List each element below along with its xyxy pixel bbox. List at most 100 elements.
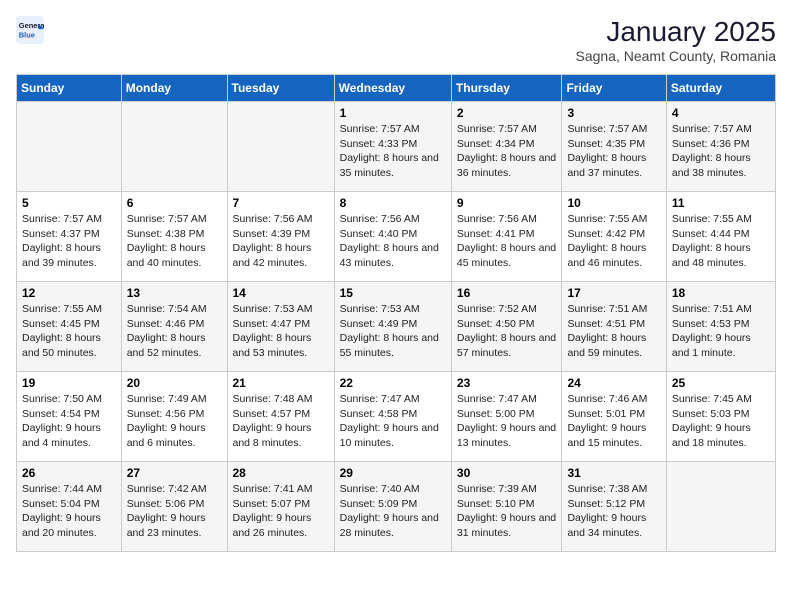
- day-number: 16: [457, 286, 557, 300]
- day-info: Sunrise: 7:56 AMSunset: 4:39 PMDaylight:…: [233, 212, 329, 271]
- day-number: 22: [340, 376, 446, 390]
- logo-icon: General Blue: [16, 16, 44, 44]
- calendar-cell: 15 Sunrise: 7:53 AMSunset: 4:49 PMDayligh…: [334, 282, 451, 372]
- header-saturday: Saturday: [666, 75, 775, 102]
- calendar-cell: 27Sunrise: 7:42 AMSunset: 5:06 PMDayligh…: [121, 462, 227, 552]
- page-header: General Blue January 2025 Sagna, Neamt C…: [16, 16, 776, 64]
- day-info: Sunrise: 7:39 AMSunset: 5:10 PMDaylight:…: [457, 482, 557, 541]
- calendar-cell: 14 Sunrise: 7:53 AMSunset: 4:47 PMDayligh…: [227, 282, 334, 372]
- calendar-cell: 16 Sunrise: 7:52 AMSunset: 4:50 PMDayligh…: [451, 282, 562, 372]
- calendar-week-row: 1Sunrise: 7:57 AMSunset: 4:33 PMDaylight…: [17, 102, 776, 192]
- calendar-cell: 13Sunrise: 7:54 AMSunset: 4:46 PMDayligh…: [121, 282, 227, 372]
- day-info: Sunrise: 7:50 AMSunset: 4:54 PMDaylight:…: [22, 392, 116, 451]
- day-info: Sunrise: 7:46 AMSunset: 5:01 PMDaylight:…: [567, 392, 660, 451]
- day-number: 15: [340, 286, 446, 300]
- day-info: Sunrise: 7:42 AMSunset: 5:06 PMDaylight:…: [127, 482, 222, 541]
- day-info: Sunrise: 7:47 AMSunset: 4:58 PMDaylight:…: [340, 392, 446, 451]
- calendar-cell: 21Sunrise: 7:48 AMSunset: 4:57 PMDayligh…: [227, 372, 334, 462]
- day-info: Sunrise: 7:51 AMSunset: 4:51 PMDaylight:…: [567, 302, 660, 361]
- calendar-cell: 3 Sunrise: 7:57 AMSunset: 4:35 PMDaylight…: [562, 102, 666, 192]
- logo: General Blue: [16, 16, 44, 44]
- day-info: Sunrise: 7:41 AMSunset: 5:07 PMDaylight:…: [233, 482, 329, 541]
- calendar-cell: [17, 102, 122, 192]
- day-info: Sunrise: 7:48 AMSunset: 4:57 PMDaylight:…: [233, 392, 329, 451]
- header-sunday: Sunday: [17, 75, 122, 102]
- day-info: Sunrise: 7:57 AMSunset: 4:35 PMDaylight:…: [567, 122, 660, 181]
- day-info: Sunrise: 7:55 AMSunset: 4:42 PMDaylight:…: [567, 212, 660, 271]
- calendar-cell: 4 Sunrise: 7:57 AMSunset: 4:36 PMDaylight…: [666, 102, 775, 192]
- month-title: January 2025: [575, 16, 776, 48]
- calendar-cell: 19 Sunrise: 7:50 AMSunset: 4:54 PMDayligh…: [17, 372, 122, 462]
- day-info: Sunrise: 7:55 AMSunset: 4:45 PMDaylight:…: [22, 302, 116, 361]
- calendar-cell: 9Sunrise: 7:56 AMSunset: 4:41 PMDaylight…: [451, 192, 562, 282]
- calendar-cell: [227, 102, 334, 192]
- header-tuesday: Tuesday: [227, 75, 334, 102]
- day-number: 7: [233, 196, 329, 210]
- day-number: 19: [22, 376, 116, 390]
- day-number: 25: [672, 376, 770, 390]
- calendar-cell: [121, 102, 227, 192]
- day-info: Sunrise: 7:45 AMSunset: 5:03 PMDaylight:…: [672, 392, 770, 451]
- day-info: Sunrise: 7:40 AMSunset: 5:09 PMDaylight:…: [340, 482, 446, 541]
- day-number: 31: [567, 466, 660, 480]
- day-number: 4: [672, 106, 770, 120]
- calendar-cell: 20 Sunrise: 7:49 AMSunset: 4:56 PMDayligh…: [121, 372, 227, 462]
- calendar-cell: 2Sunrise: 7:57 AMSunset: 4:34 PMDaylight…: [451, 102, 562, 192]
- header-friday: Friday: [562, 75, 666, 102]
- day-number: 2: [457, 106, 557, 120]
- day-number: 10: [567, 196, 660, 210]
- svg-text:Blue: Blue: [19, 30, 35, 39]
- location-subtitle: Sagna, Neamt County, Romania: [575, 48, 776, 64]
- calendar-cell: 17Sunrise: 7:51 AMSunset: 4:51 PMDayligh…: [562, 282, 666, 372]
- day-info: Sunrise: 7:53 AMSunset: 4:49 PMDaylight:…: [340, 302, 446, 361]
- day-number: 29: [340, 466, 446, 480]
- header-thursday: Thursday: [451, 75, 562, 102]
- calendar-week-row: 5Sunrise: 7:57 AMSunset: 4:37 PMDaylight…: [17, 192, 776, 282]
- day-info: Sunrise: 7:57 AMSunset: 4:33 PMDaylight:…: [340, 122, 446, 181]
- calendar-cell: 26Sunrise: 7:44 AMSunset: 5:04 PMDayligh…: [17, 462, 122, 552]
- calendar-cell: 1Sunrise: 7:57 AMSunset: 4:33 PMDaylight…: [334, 102, 451, 192]
- weekday-header-row: Sunday Monday Tuesday Wednesday Thursday…: [17, 75, 776, 102]
- calendar-cell: 10 Sunrise: 7:55 AMSunset: 4:42 PMDayligh…: [562, 192, 666, 282]
- calendar-cell: 22 Sunrise: 7:47 AMSunset: 4:58 PMDayligh…: [334, 372, 451, 462]
- day-info: Sunrise: 7:52 AMSunset: 4:50 PMDaylight:…: [457, 302, 557, 361]
- calendar-cell: 30Sunrise: 7:39 AMSunset: 5:10 PMDayligh…: [451, 462, 562, 552]
- calendar-week-row: 19 Sunrise: 7:50 AMSunset: 4:54 PMDayligh…: [17, 372, 776, 462]
- day-info: Sunrise: 7:55 AMSunset: 4:44 PMDaylight:…: [672, 212, 770, 271]
- calendar-cell: 12Sunrise: 7:55 AMSunset: 4:45 PMDayligh…: [17, 282, 122, 372]
- day-number: 23: [457, 376, 557, 390]
- calendar-week-row: 26Sunrise: 7:44 AMSunset: 5:04 PMDayligh…: [17, 462, 776, 552]
- calendar-cell: 5Sunrise: 7:57 AMSunset: 4:37 PMDaylight…: [17, 192, 122, 282]
- header-wednesday: Wednesday: [334, 75, 451, 102]
- day-info: Sunrise: 7:57 AMSunset: 4:37 PMDaylight:…: [22, 212, 116, 271]
- calendar-cell: 11Sunrise: 7:55 AMSunset: 4:44 PMDayligh…: [666, 192, 775, 282]
- calendar-cell: 8Sunrise: 7:56 AMSunset: 4:40 PMDaylight…: [334, 192, 451, 282]
- day-number: 8: [340, 196, 446, 210]
- day-info: Sunrise: 7:57 AMSunset: 4:36 PMDaylight:…: [672, 122, 770, 181]
- day-number: 13: [127, 286, 222, 300]
- calendar-cell: [666, 462, 775, 552]
- day-number: 3: [567, 106, 660, 120]
- calendar-cell: 25 Sunrise: 7:45 AMSunset: 5:03 PMDayligh…: [666, 372, 775, 462]
- calendar-cell: 6 Sunrise: 7:57 AMSunset: 4:38 PMDaylight…: [121, 192, 227, 282]
- day-number: 14: [233, 286, 329, 300]
- day-info: Sunrise: 7:38 AMSunset: 5:12 PMDaylight:…: [567, 482, 660, 541]
- calendar-cell: 24 Sunrise: 7:46 AMSunset: 5:01 PMDayligh…: [562, 372, 666, 462]
- day-info: Sunrise: 7:49 AMSunset: 4:56 PMDaylight:…: [127, 392, 222, 451]
- calendar-cell: 18 Sunrise: 7:51 AMSunset: 4:53 PMDayligh…: [666, 282, 775, 372]
- day-number: 9: [457, 196, 557, 210]
- day-number: 6: [127, 196, 222, 210]
- calendar-cell: 28Sunrise: 7:41 AMSunset: 5:07 PMDayligh…: [227, 462, 334, 552]
- calendar-week-row: 12Sunrise: 7:55 AMSunset: 4:45 PMDayligh…: [17, 282, 776, 372]
- day-info: Sunrise: 7:51 AMSunset: 4:53 PMDaylight:…: [672, 302, 770, 361]
- day-number: 18: [672, 286, 770, 300]
- day-number: 26: [22, 466, 116, 480]
- calendar-cell: 31 Sunrise: 7:38 AMSunset: 5:12 PMDayligh…: [562, 462, 666, 552]
- calendar-cell: 29 Sunrise: 7:40 AMSunset: 5:09 PMDayligh…: [334, 462, 451, 552]
- calendar-table: Sunday Monday Tuesday Wednesday Thursday…: [16, 74, 776, 552]
- title-block: January 2025 Sagna, Neamt County, Romani…: [575, 16, 776, 64]
- day-info: Sunrise: 7:57 AMSunset: 4:38 PMDaylight:…: [127, 212, 222, 271]
- day-number: 20: [127, 376, 222, 390]
- day-number: 24: [567, 376, 660, 390]
- day-info: Sunrise: 7:53 AMSunset: 4:47 PMDaylight:…: [233, 302, 329, 361]
